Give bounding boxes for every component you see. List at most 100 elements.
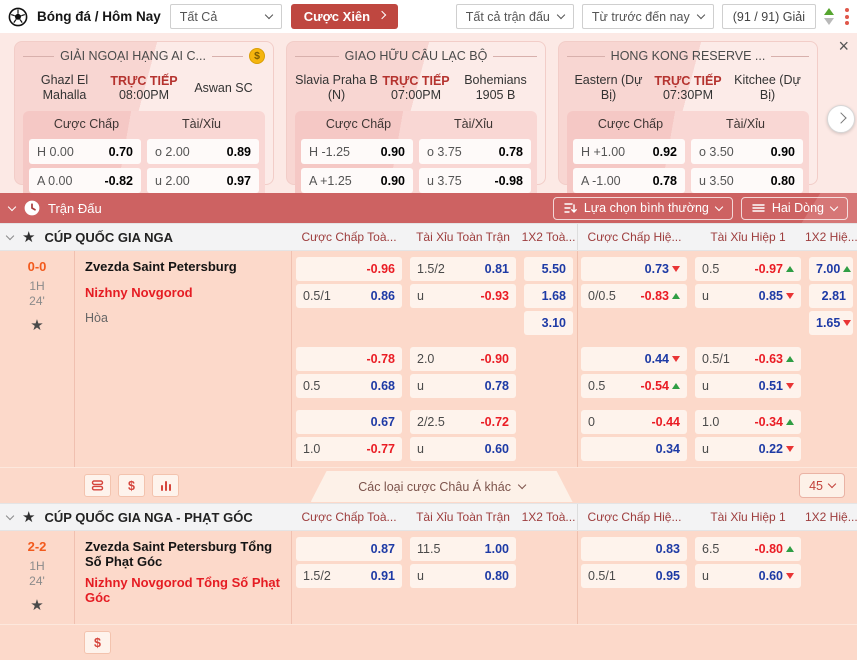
favorite-star-icon[interactable]: ★ — [0, 596, 74, 614]
column-header: Cược Chấp Hiệ... — [577, 504, 691, 530]
collapse-chevron-icon[interactable] — [6, 511, 14, 519]
draw-label: Hòa — [85, 311, 281, 325]
odds-cell[interactable]: u0.22 — [695, 437, 801, 461]
league-count-badge: (91 / 91) Giải — [722, 4, 816, 29]
odds-cell[interactable]: u 2.000.97 — [147, 168, 259, 193]
market-count-select[interactable]: 45 — [799, 473, 845, 498]
odds-cell[interactable]: 0.73 — [581, 257, 687, 281]
odds-cell[interactable]: H +1.000.92 — [573, 139, 685, 164]
trend-arrow-icon — [786, 266, 794, 272]
odds-cell[interactable]: 0.5/10.86 — [296, 284, 402, 308]
dollar-icon: $ — [94, 636, 101, 650]
away-team: Aswan SC — [182, 81, 265, 96]
odds-cell[interactable]: 2.81 — [809, 284, 853, 308]
league-header: ★ CÚP QUỐC GIA NGA - PHẠT GÓC Cược Chấp … — [0, 503, 857, 531]
favorite-star-icon[interactable]: ★ — [22, 508, 35, 526]
odds-cell[interactable]: u 3.75-0.98 — [419, 168, 531, 193]
odds-cell[interactable]: u0.51 — [695, 374, 801, 398]
trend-arrow-icon — [786, 383, 794, 389]
odds-cell[interactable]: H -1.250.90 — [301, 139, 413, 164]
odds-cell[interactable]: H 0.000.70 — [29, 139, 141, 164]
trend-arrow-icon — [672, 356, 680, 362]
odds-cell[interactable]: 1.0-0.34 — [695, 410, 801, 434]
odds-cell[interactable]: 11.51.00 — [410, 537, 516, 561]
odds-cell[interactable]: o 2.000.89 — [147, 139, 259, 164]
chevron-down-icon — [518, 481, 526, 489]
match-tools-bar: $ Các loại cược Châu Á khác 45 — [0, 467, 857, 503]
collapse-chevron-icon[interactable] — [6, 231, 14, 239]
live-card[interactable]: HONG KONG RESERVE ... Eastern (Dự Bị) TR… — [558, 41, 818, 185]
kickoff-time: 08:00PM — [106, 88, 182, 102]
collapse-chevron-icon[interactable] — [8, 202, 16, 210]
odds-cell[interactable]: 2/2.5-0.72 — [410, 410, 516, 434]
odds-cell[interactable]: u0.80 — [410, 564, 516, 588]
odds-cell[interactable]: 0.87 — [296, 537, 402, 561]
odds-cell[interactable]: 0.44 — [581, 347, 687, 371]
home-team: Zvezda Saint Petersburg Tổng Số Phạt Góc — [85, 539, 281, 569]
odds-cell[interactable]: o 3.750.78 — [419, 139, 531, 164]
odds-cell[interactable]: o 3.500.90 — [691, 139, 803, 164]
odds-block: -0.78 0.50.68 2.0-0.90 u0.78 0.44 0.5-0.… — [292, 347, 857, 398]
odds-cell[interactable]: 1.68 — [524, 284, 573, 308]
odds-cell[interactable]: u0.60 — [410, 437, 516, 461]
odds-cell[interactable]: u0.78 — [410, 374, 516, 398]
odds-cell[interactable]: 1.5/20.81 — [410, 257, 516, 281]
close-icon[interactable]: × — [838, 37, 849, 55]
favorite-star-icon[interactable]: ★ — [22, 228, 35, 246]
odds-cell[interactable]: 0.5/1-0.63 — [695, 347, 801, 371]
odds-cell[interactable]: u-0.93 — [410, 284, 516, 308]
live-label: TRỰC TIẾP — [378, 74, 454, 88]
chevron-down-icon — [830, 202, 838, 210]
parlay-button[interactable]: Cược Xiên — [291, 4, 398, 29]
column-header: Cược Chấp Toà... — [292, 230, 406, 244]
next-cards-button[interactable] — [827, 105, 855, 133]
more-bets-dropdown[interactable]: Các loại cược Châu Á khác — [311, 471, 573, 502]
coupon-button[interactable] — [84, 474, 111, 497]
odds-cell[interactable]: 0.5-0.54 — [581, 374, 687, 398]
odds-cell[interactable]: 0.50.68 — [296, 374, 402, 398]
away-team: Nizhny Novgorod Tổng Số Phạt Góc — [85, 575, 281, 605]
odds-cell[interactable]: 0.5/10.95 — [581, 564, 687, 588]
odds-cell[interactable]: 0.34 — [581, 437, 687, 461]
odds-cell[interactable]: 0.5-0.97 — [695, 257, 801, 281]
odds-cell[interactable]: 1.65 — [809, 311, 853, 335]
handicap-header: Cược Chấp — [29, 117, 144, 131]
odds-cell[interactable]: 0.67 — [296, 410, 402, 434]
live-card[interactable]: GIẢI NGOẠI HẠNG AI C... $ Ghazl El Mahal… — [14, 41, 274, 185]
line-mode-select[interactable]: Hai Dòng — [741, 197, 848, 220]
live-card[interactable]: GIAO HỮU CÂU LẠC BỘ Slavia Praha B (N) T… — [286, 41, 546, 185]
sort-toggle-icon[interactable] — [824, 8, 834, 25]
menu-dots-icon[interactable] — [845, 8, 849, 25]
odds-cell[interactable]: A +1.250.90 — [301, 168, 413, 193]
odds-cell[interactable]: u0.85 — [695, 284, 801, 308]
coupon-icon — [91, 479, 104, 492]
display-mode-select[interactable]: Lựa chọn bình thường — [553, 197, 733, 220]
odds-cell[interactable]: 0.83 — [581, 537, 687, 561]
odds-cell[interactable]: 1.0-0.77 — [296, 437, 402, 461]
odds-cell[interactable]: 0/0.5-0.83 — [581, 284, 687, 308]
odds-cell[interactable]: A -1.000.78 — [573, 168, 685, 193]
odds-cell[interactable]: u 3.500.80 — [691, 168, 803, 193]
column-header: 1X2 Toà... — [520, 230, 577, 244]
odds-cell[interactable]: 3.10 — [524, 311, 573, 335]
money-button[interactable]: $ — [118, 474, 145, 497]
odds-cell[interactable]: 6.5-0.80 — [695, 537, 801, 561]
favorite-star-icon[interactable]: ★ — [0, 316, 74, 334]
odds-cell[interactable]: 5.50 — [524, 257, 573, 281]
clock-icon — [24, 200, 40, 216]
statistics-button[interactable] — [152, 474, 179, 497]
odds-cell[interactable]: 7.00 — [809, 257, 853, 281]
odds-cell[interactable]: -0.96 — [296, 257, 402, 281]
odds-cell[interactable]: -0.78 — [296, 347, 402, 371]
time-filter-select[interactable]: Từ trước đến nay — [582, 4, 714, 29]
match-filter-select[interactable]: Tất cả trận đấu — [456, 4, 574, 29]
odds-cell[interactable]: A 0.00-0.82 — [29, 168, 141, 193]
overunder-header: Tài/Xỉu — [416, 117, 531, 131]
odds-cell[interactable]: 1.5/20.91 — [296, 564, 402, 588]
odds-cell[interactable]: 0-0.44 — [581, 410, 687, 434]
money-button[interactable]: $ — [84, 631, 111, 654]
odds-cell[interactable]: 2.0-0.90 — [410, 347, 516, 371]
odds-cell[interactable]: u0.60 — [695, 564, 801, 588]
sport-filter-select[interactable]: Tất Cả — [170, 4, 282, 29]
chevron-down-icon — [265, 11, 273, 19]
